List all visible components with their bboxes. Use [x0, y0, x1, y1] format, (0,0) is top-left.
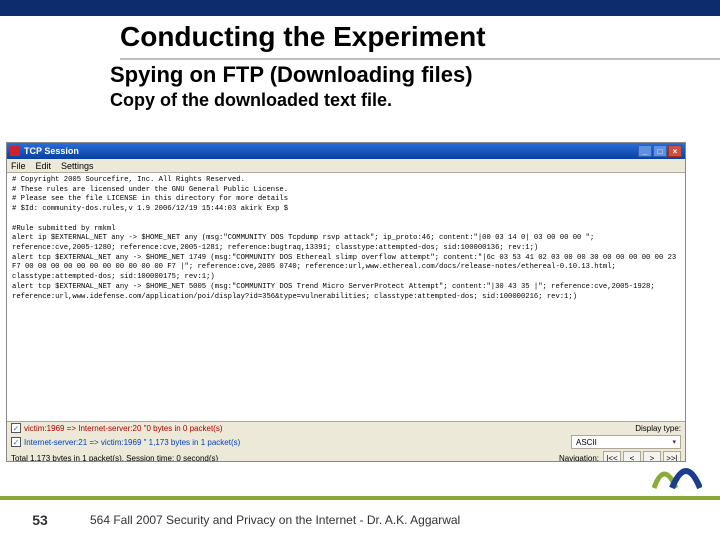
app-icon	[10, 146, 20, 156]
menu-edit[interactable]: Edit	[36, 161, 52, 171]
top-bar	[0, 0, 720, 16]
footer: 53 564 Fall 2007 Security and Privacy on…	[0, 500, 720, 540]
chevron-down-icon: ▾	[672, 438, 676, 446]
subtitle-block: Spying on FTP (Downloading files) Copy o…	[0, 62, 720, 111]
close-button[interactable]: ×	[668, 145, 682, 157]
slide-title: Conducting the Experiment	[120, 20, 720, 54]
minimize-button[interactable]: _	[638, 145, 652, 157]
menu-bar: File Edit Settings	[7, 159, 685, 173]
nav-first-button[interactable]: |<<	[603, 451, 621, 462]
menu-settings[interactable]: Settings	[61, 161, 94, 171]
conn2-label: Internet-server:21 => victim:1969 " 1,17…	[24, 438, 240, 447]
slide-number: 53	[20, 506, 60, 534]
subtitle-1: Spying on FTP (Downloading files)	[110, 62, 720, 88]
total-label: Total 1,173 bytes in 1 packet(s). Sessio…	[11, 454, 218, 463]
conn1-checkbox[interactable]: ✓	[11, 423, 21, 433]
window-titlebar: TCP Session _ □ ×	[7, 143, 685, 159]
subtitle-2: Copy of the downloaded text file.	[110, 90, 720, 111]
nav-prev-button[interactable]: <	[623, 451, 641, 462]
display-type-select[interactable]: ASCII ▾	[571, 435, 681, 449]
conn2-checkbox[interactable]: ✓	[11, 437, 21, 447]
slide: Conducting the Experiment Spying on FTP …	[0, 0, 720, 540]
title-area: Conducting the Experiment	[0, 16, 720, 62]
maximize-button[interactable]: □	[653, 145, 667, 157]
display-type-value: ASCII	[576, 438, 597, 447]
conn1-label: victim:1969 => Internet-server:20 "0 byt…	[24, 424, 223, 433]
navigation-label: Navigation:	[559, 454, 599, 463]
tcp-session-window: TCP Session _ □ × File Edit Settings # C…	[6, 142, 686, 462]
logo-icon	[652, 458, 702, 492]
menu-file[interactable]: File	[11, 161, 26, 171]
footer-text: 564 Fall 2007 Security and Privacy on th…	[90, 513, 460, 527]
window-buttons: _ □ ×	[638, 145, 682, 157]
bottom-panel: ✓ victim:1969 => Internet-server:20 "0 b…	[7, 422, 685, 462]
session-text: # Copyright 2005 Sourcefire, Inc. All Ri…	[7, 173, 685, 421]
window-title: TCP Session	[24, 146, 79, 156]
display-type-label: Display type:	[635, 424, 681, 433]
